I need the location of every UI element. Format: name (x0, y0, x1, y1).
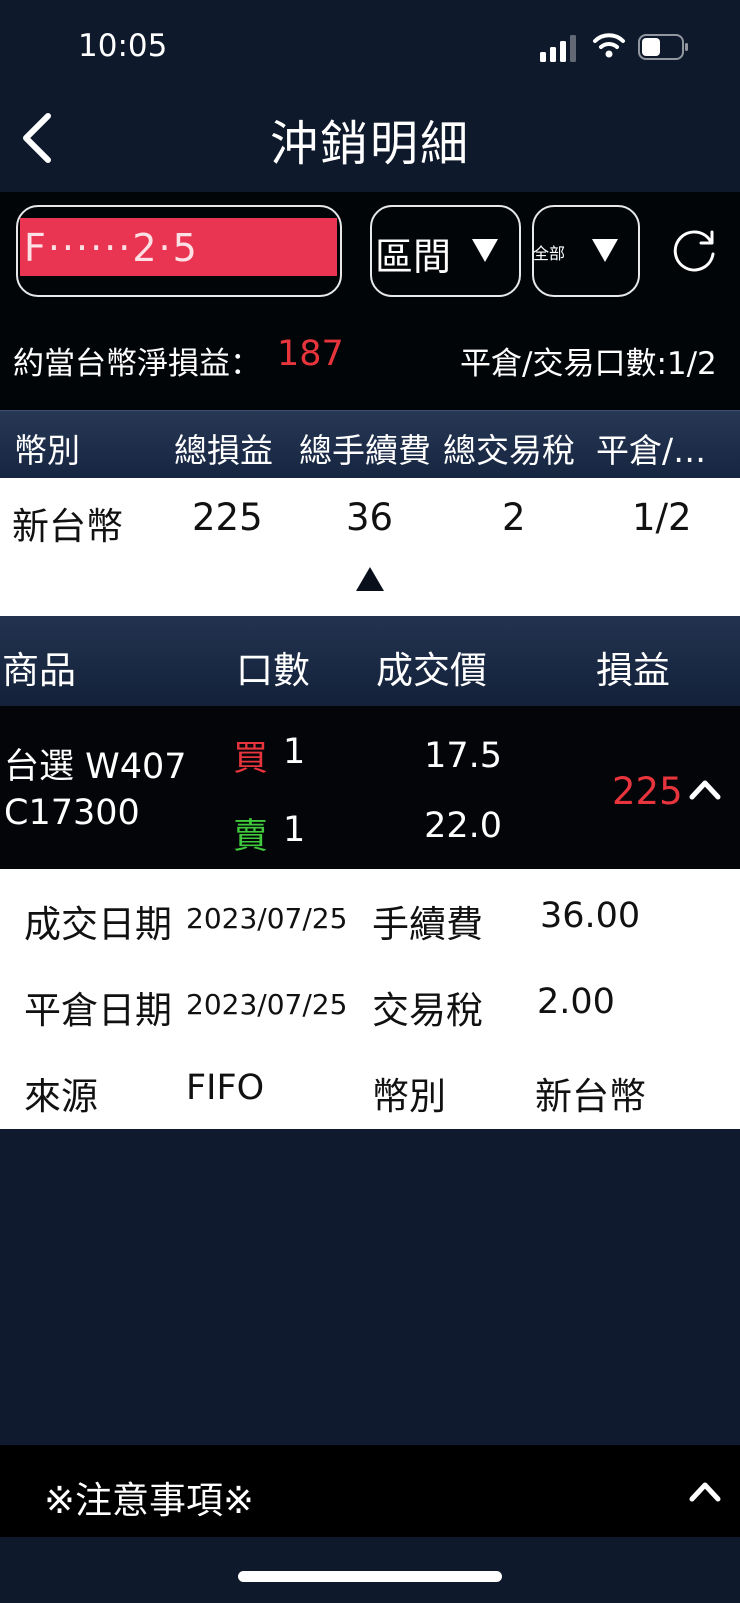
refresh-icon (673, 230, 715, 272)
currency-label: 幣別 (372, 1075, 446, 1118)
detail-product-name: 台選 W407 C17300 (4, 747, 187, 833)
chevron-up-icon (689, 780, 721, 800)
detail-header-lots: 口數 (236, 649, 310, 692)
summary-header-total-fee: 總手續費 (299, 431, 431, 470)
triangle-down-icon (590, 236, 620, 264)
summary-cell-currency: 新台幣 (12, 505, 123, 548)
summary-header-total-tax: 總交易稅 (443, 431, 575, 470)
summary-header-currency: 幣別 (14, 431, 80, 470)
summary-header-close: 平倉/… (596, 431, 707, 470)
summary-cell-close: 1/2 (632, 496, 692, 539)
close-date-label: 平倉日期 (24, 989, 172, 1032)
net-pl-label: 約當台幣淨損益： (13, 346, 261, 382)
triangle-down-icon (470, 236, 500, 264)
notice-label: ※注意事項※ (44, 1479, 255, 1522)
summary-cell-total-tax: 2 (502, 496, 526, 539)
home-indicator[interactable] (238, 1571, 502, 1582)
row-pl-value: 225 (612, 770, 683, 813)
close-date-value: 2023/07/25 (186, 988, 348, 1021)
detail-header-price: 成交價 (376, 649, 487, 692)
detail-header-pl: 損益 (596, 649, 670, 692)
fee-value: 36.00 (540, 896, 641, 936)
buy-price: 17.5 (424, 736, 502, 776)
period-dropdown-label: 區間 (375, 235, 452, 279)
refresh-button[interactable] (668, 224, 720, 276)
home-bar-area (0, 1537, 740, 1603)
type-dropdown-label: 全部 (533, 244, 566, 263)
summary-header-total-pl: 總損益 (174, 431, 273, 470)
buy-label: 買 (233, 739, 269, 779)
buy-qty: 1 (283, 732, 306, 772)
chevron-up-icon (688, 1478, 722, 1504)
sell-price: 22.0 (424, 806, 502, 846)
trade-date-value: 2023/07/25 (186, 902, 348, 935)
status-time: 10:05 (78, 28, 168, 64)
source-label: 來源 (24, 1075, 98, 1118)
source-value: FIFO (186, 1068, 265, 1108)
detail-header-product: 商品 (2, 649, 76, 692)
fee-label: 手續費 (372, 903, 483, 946)
sell-label: 賣 (233, 817, 269, 857)
sell-qty: 1 (283, 810, 306, 850)
battery-icon (638, 33, 690, 61)
wifi-icon (592, 30, 626, 60)
row-expand-toggle[interactable] (688, 776, 722, 802)
close-trade-lots: 平倉/交易口數:1/2 (460, 346, 717, 382)
tax-value: 2.00 (537, 982, 615, 1022)
trade-date-label: 成交日期 (24, 903, 172, 946)
net-pl-value: 187 (277, 334, 344, 374)
summary-cell-total-fee: 36 (346, 496, 394, 539)
summary-cell-total-pl: 225 (192, 496, 263, 539)
currency-value: 新台幣 (535, 1075, 646, 1118)
page-title: 沖銷明細 (269, 116, 470, 172)
account-value: F······2·5 (24, 226, 199, 270)
tax-label: 交易稅 (372, 989, 483, 1032)
triangle-up-icon (356, 567, 384, 591)
cellular-signal-icon (540, 34, 576, 62)
summary-collapse-button[interactable] (355, 566, 385, 592)
